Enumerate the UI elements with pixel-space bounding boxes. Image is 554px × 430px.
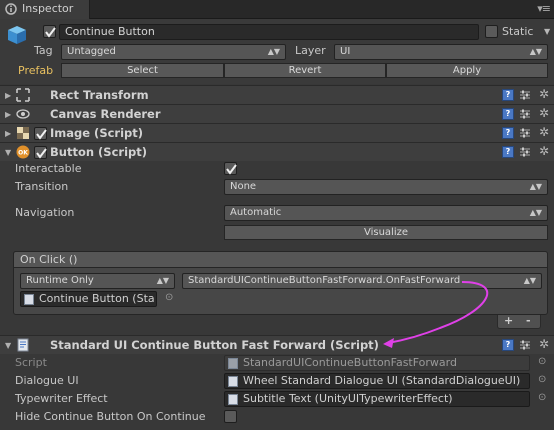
gameobject-icon <box>24 294 34 305</box>
checkmark-icon <box>45 27 56 38</box>
sliders-icon[interactable] <box>519 108 531 120</box>
object-name-field[interactable]: Continue Button <box>59 24 479 40</box>
onclick-header: On Click () <box>13 251 548 268</box>
visualize-button[interactable]: Visualize <box>224 225 548 240</box>
onclick-object-field[interactable]: Continue Button (Sta <box>20 291 157 307</box>
foldout-arrow-icon[interactable]: ▼ <box>5 148 11 157</box>
component-title: Canvas Renderer <box>50 107 161 121</box>
static-label: Static <box>502 25 534 38</box>
gear-icon[interactable]: ✲ <box>539 87 549 101</box>
navigation-dropdown[interactable]: Automatic ▲▼ <box>224 205 548 221</box>
interactable-checkbox[interactable] <box>224 162 237 175</box>
image-enabled-checkbox[interactable] <box>34 127 47 140</box>
function-dropdown[interactable]: StandardUIContinueButtonFastForward.OnFa… <box>182 273 542 289</box>
object-picker-icon[interactable]: ⊙ <box>538 392 546 403</box>
component-rect-transform[interactable]: ▶ Rect Transform ? ✲ <box>0 85 554 104</box>
rect-transform-icon <box>16 88 30 102</box>
typewriter-effect-field[interactable]: Subtitle Text (UnityUITypewriterEffect) <box>224 391 530 407</box>
tab-bar: Inspector ▾≡ <box>0 0 554 19</box>
transition-label: Transition <box>15 180 69 193</box>
svg-text:OK: OK <box>18 150 28 157</box>
gameobject-icon <box>228 376 238 387</box>
tag-dropdown[interactable]: Untagged ▲▼ <box>61 44 286 60</box>
add-event-button[interactable]: + <box>504 314 513 327</box>
dialogue-ui-field[interactable]: Wheel Standard Dialogue UI (StandardDial… <box>224 373 530 389</box>
gameobject-icon <box>228 394 238 405</box>
prefab-label: Prefab <box>18 64 54 77</box>
object-picker-icon[interactable]: ⊙ <box>538 374 546 385</box>
help-icon[interactable]: ? <box>502 89 514 101</box>
object-picker-icon: ⊙ <box>538 356 547 367</box>
transition-dropdown[interactable]: None ▲▼ <box>224 179 548 195</box>
runtime-dropdown[interactable]: Runtime Only ▲▼ <box>20 273 175 289</box>
sliders-icon[interactable] <box>519 89 531 101</box>
typewriter-effect-label: Typewriter Effect <box>15 392 108 405</box>
dialogue-ui-label: Dialogue UI <box>15 374 79 387</box>
button-ok-icon: OK <box>16 145 30 159</box>
component-title: Standard UI Continue Button Fast Forward… <box>50 338 379 352</box>
component-fast-forward[interactable]: ▼ Standard UI Continue Button Fast Forwa… <box>0 335 554 354</box>
script-label: Script <box>15 356 47 369</box>
component-title: Rect Transform <box>50 88 149 102</box>
event-add-remove: + - <box>497 314 541 329</box>
script-icon <box>228 358 238 369</box>
script-field: StandardUIContinueButtonFastForward <box>224 355 530 371</box>
component-title: Button (Script) <box>50 145 147 159</box>
component-canvas-renderer[interactable]: ▶ Canvas Renderer ? ✲ <box>0 104 554 123</box>
sliders-icon[interactable] <box>519 146 531 158</box>
component-title: Image (Script) <box>50 126 144 140</box>
tag-label: Tag <box>34 44 53 57</box>
layer-dropdown[interactable]: UI ▲▼ <box>334 44 548 60</box>
prefab-select-button[interactable]: Select <box>61 63 224 78</box>
component-button[interactable]: ▼ OK Button (Script) ? ✲ <box>0 142 554 161</box>
help-icon[interactable]: ? <box>502 127 514 139</box>
gear-icon[interactable]: ✲ <box>539 144 549 158</box>
gear-icon[interactable]: ✲ <box>539 106 549 120</box>
script-icon <box>17 338 29 352</box>
foldout-arrow-icon[interactable]: ▶ <box>5 129 11 138</box>
tab-inspector[interactable]: Inspector <box>0 0 90 19</box>
static-checkbox[interactable] <box>485 25 498 38</box>
gear-icon[interactable]: ✲ <box>539 337 549 351</box>
gear-icon[interactable]: ✲ <box>539 125 549 139</box>
foldout-arrow-icon[interactable]: ▶ <box>5 91 11 100</box>
remove-event-button[interactable]: - <box>526 314 531 327</box>
active-checkbox[interactable] <box>43 25 56 38</box>
gameobject-cube-icon <box>8 26 26 44</box>
foldout-arrow-icon[interactable]: ▶ <box>5 110 11 119</box>
component-image[interactable]: ▶ Image (Script) ? ✲ <box>0 123 554 142</box>
tab-menu-icon[interactable]: ▾≡ <box>537 2 551 15</box>
prefab-apply-button[interactable]: Apply <box>386 63 548 78</box>
button-enabled-checkbox[interactable] <box>34 146 47 159</box>
static-dropdown-icon[interactable]: ▼ <box>544 27 550 36</box>
hide-continue-checkbox[interactable] <box>224 410 237 423</box>
prefab-revert-button[interactable]: Revert <box>224 63 386 78</box>
navigation-label: Navigation <box>15 206 75 219</box>
image-icon <box>17 127 29 139</box>
sliders-icon[interactable] <box>519 127 531 139</box>
tab-label: Inspector <box>22 2 74 15</box>
sliders-icon[interactable] <box>519 339 531 351</box>
eye-icon <box>16 109 30 119</box>
inspector-icon <box>5 3 17 15</box>
object-picker-icon[interactable]: ⊙ <box>165 292 173 303</box>
foldout-arrow-icon[interactable]: ▼ <box>5 341 11 350</box>
interactable-label: Interactable <box>15 162 82 175</box>
layer-label: Layer <box>295 44 326 57</box>
help-icon[interactable]: ? <box>502 108 514 120</box>
help-icon[interactable]: ? <box>502 146 514 158</box>
help-icon[interactable]: ? <box>502 339 514 351</box>
hide-continue-label: Hide Continue Button On Continue <box>15 410 206 423</box>
